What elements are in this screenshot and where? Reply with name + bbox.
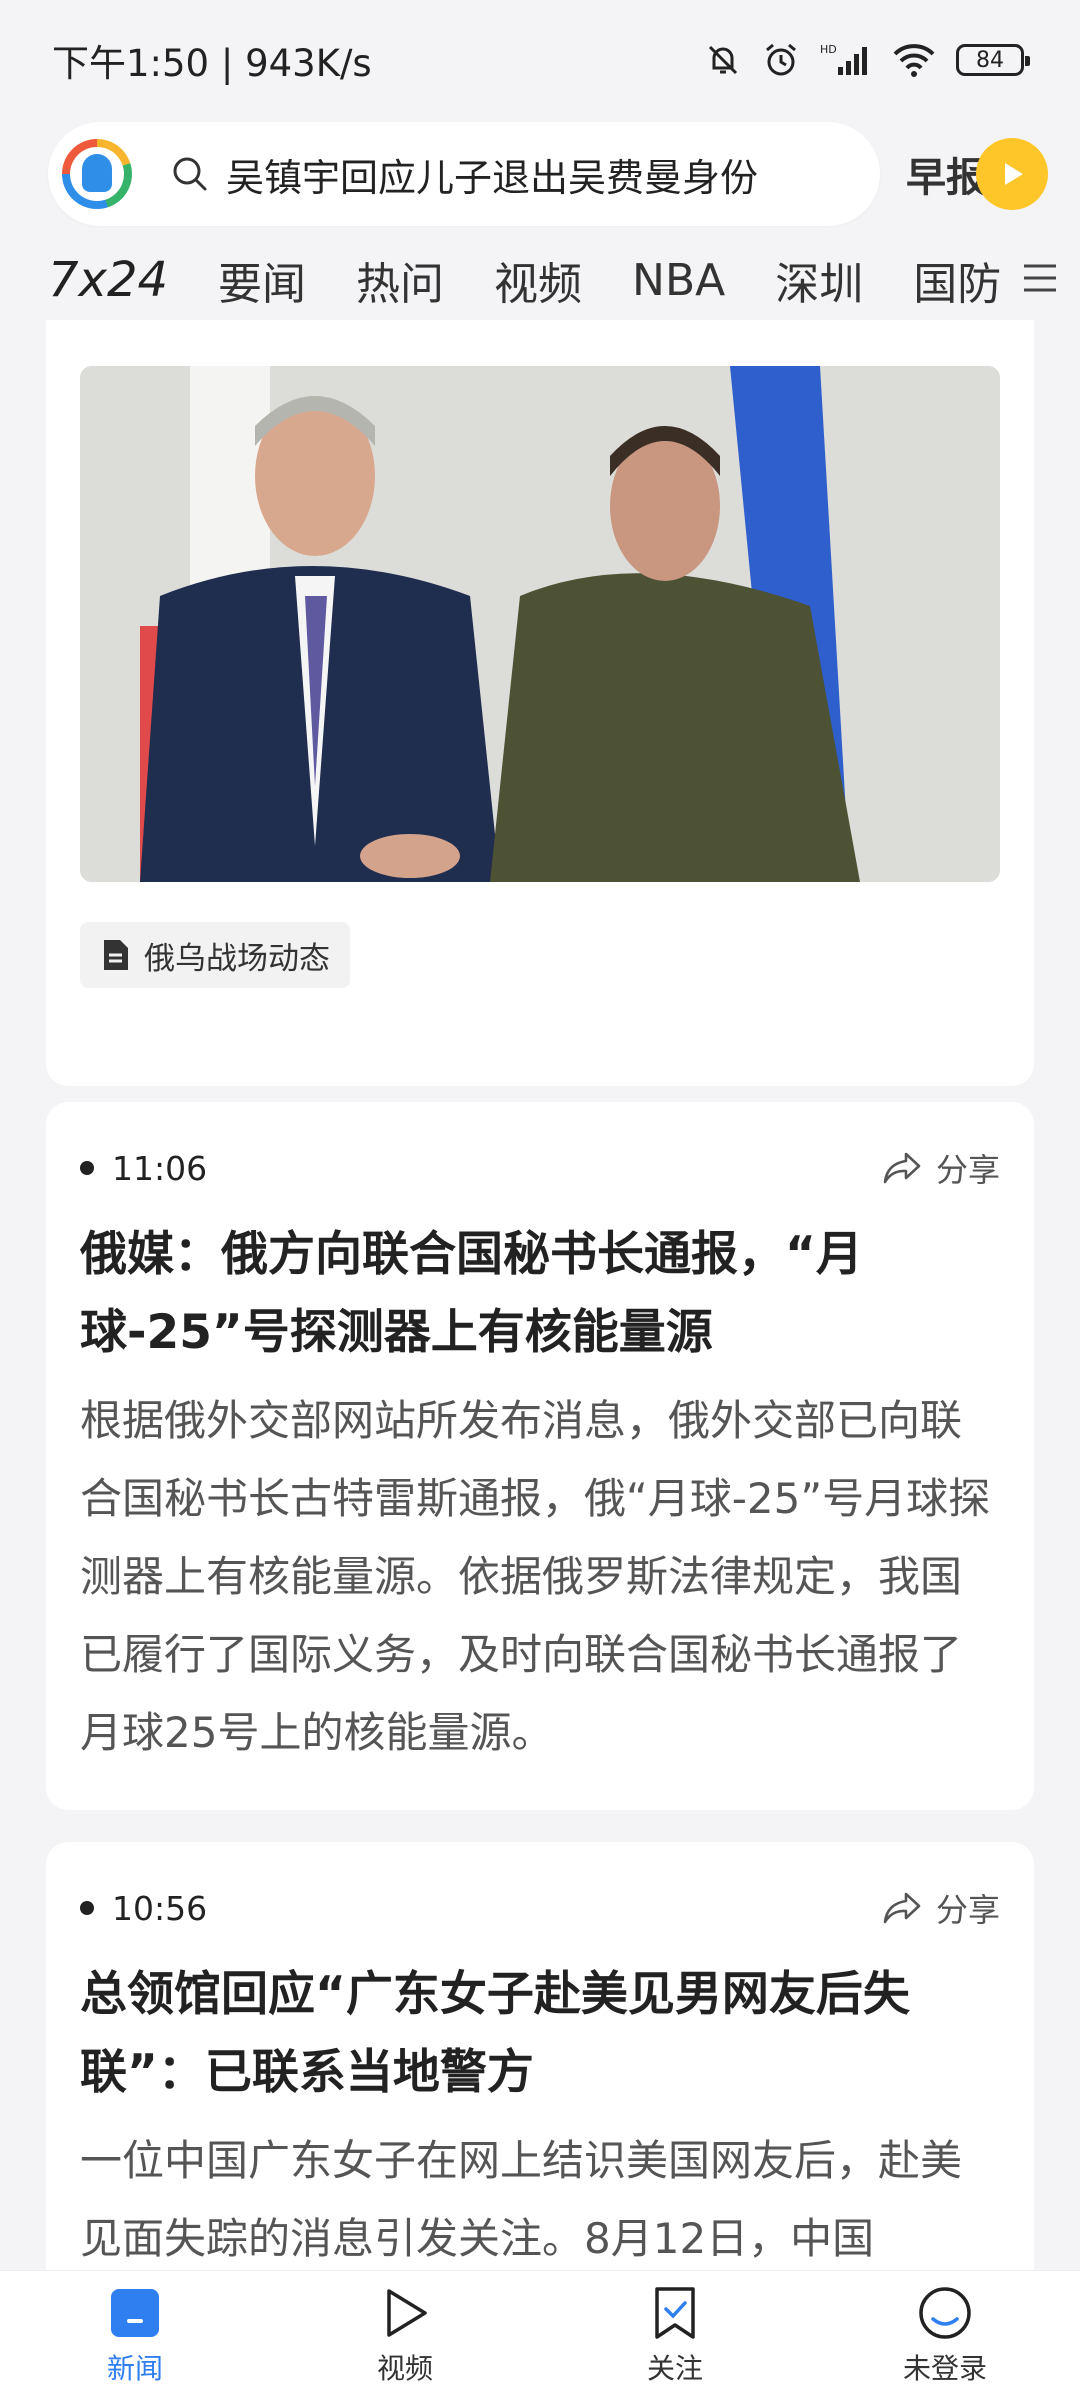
tab-video[interactable]: 视频: [494, 248, 582, 312]
share-button[interactable]: 分享: [882, 1145, 1000, 1191]
nav-profile-label: 未登录: [902, 2351, 987, 2385]
share-icon: [883, 1152, 921, 1184]
battery-level: 84: [976, 47, 1004, 73]
tab-guofang[interactable]: 国防: [913, 248, 1001, 312]
play-icon: [387, 2288, 427, 2337]
news-title-partial[interactable]: 波兰总统：将俄罗斯阻挡在乌克兰很“划算”: [80, 320, 841, 330]
nav-follow[interactable]: 关注: [575, 2285, 775, 2387]
battery-icon: 84: [956, 44, 1030, 76]
news-title[interactable]: 俄媒：俄方向联合国秘书长通报，“月球-25”号探测器上有核能量源: [80, 1216, 1000, 1372]
share-label: 分享: [935, 1151, 1000, 1189]
profile-icon: [919, 2286, 971, 2339]
news-time: 11:06: [80, 1149, 207, 1188]
nav-news[interactable]: 新闻: [35, 2285, 235, 2387]
search-bar[interactable]: 吴镇宇回应儿子退出吴费曼身份: [48, 122, 880, 226]
share-icon: [883, 1892, 921, 1924]
menu-icon[interactable]: [1022, 260, 1058, 296]
topic-tag[interactable]: 俄乌战场动态: [80, 922, 350, 988]
channel-tabs: 7x24 要闻 热问 视频 NBA 深圳 国防: [48, 240, 1058, 330]
news-meta: 11:06 分享: [80, 1146, 1000, 1190]
bookmark-check-icon: [655, 2286, 695, 2339]
top-bar: 吴镇宇回应儿子退出吴费曼身份 早报: [48, 122, 1048, 226]
app-logo-icon[interactable]: [62, 139, 132, 209]
svg-text:HD: HD: [820, 43, 837, 56]
news-time: 10:56: [80, 1889, 207, 1928]
share-label: 分享: [935, 1891, 1000, 1929]
news-icon: [111, 2288, 159, 2337]
nav-video[interactable]: 视频: [305, 2285, 505, 2387]
news-feed[interactable]: 波兰总统：将俄罗斯阻挡在乌克兰很“划算”: [0, 320, 1080, 2270]
news-meta: 10:56 分享: [80, 1886, 1000, 1930]
nav-follow-label: 关注: [646, 2351, 703, 2385]
signal-icon: HD: [820, 43, 867, 75]
zaobao-label: 早报: [906, 155, 986, 201]
nav-profile[interactable]: 未登录: [845, 2285, 1045, 2387]
status-icons: HD 84: [704, 41, 1030, 79]
topic-tag-label: 俄乌战场动态: [144, 940, 330, 977]
news-time-text: 10:56: [112, 1888, 208, 1928]
play-icon: [976, 138, 1048, 210]
alarm-icon: [766, 43, 796, 76]
bottom-nav: 新闻 视频 关注 未登录: [0, 2270, 1080, 2400]
news-title[interactable]: 总领馆回应“广东女子赴美见男网友后失联”：已联系当地警方: [80, 1956, 1000, 2112]
zaobao-button[interactable]: 早报: [906, 138, 1048, 210]
news-summary[interactable]: 一位中国广东女子在网上结识美国网友后，赴美见面失踪的消息引发关注。8月12日，中…: [80, 2122, 1000, 2270]
dot-icon: [80, 1161, 94, 1175]
tab-rewen[interactable]: 热问: [356, 248, 444, 312]
news-photo[interactable]: [80, 366, 1000, 882]
tab-7x24[interactable]: 7x24: [48, 252, 168, 330]
tab-shenzhen[interactable]: 深圳: [775, 248, 863, 312]
news-time-text: 11:06: [112, 1148, 208, 1188]
status-time: 下午1:50 | 943K/s: [52, 42, 372, 85]
nav-video-label: 视频: [376, 2351, 433, 2385]
news-summary[interactable]: 根据俄外交部网站所发布消息，俄外交部已向联合国秘书长古特雷斯通报，俄“月球-25…: [80, 1382, 1000, 1772]
dot-icon: [80, 1901, 94, 1915]
mute-bell-icon: [708, 45, 738, 75]
wifi-icon: [893, 44, 935, 77]
document-icon: [104, 940, 128, 970]
tab-yaowen[interactable]: 要闻: [218, 248, 306, 312]
search-query[interactable]: 吴镇宇回应儿子退出吴费曼身份: [226, 147, 758, 202]
news-card[interactable]: 10:56 分享 总领馆回应“广东女子赴美见男网友后失联”：已联系当地警方 一位…: [46, 1842, 1034, 2270]
news-card[interactable]: 11:06 分享 俄媒：俄方向联合国秘书长通报，“月球-25”号探测器上有核能量…: [46, 1102, 1034, 1810]
news-card-image[interactable]: 波兰总统：将俄罗斯阻挡在乌克兰很“划算”: [46, 320, 1034, 1086]
tab-nba[interactable]: NBA: [632, 255, 725, 306]
search-icon: [173, 157, 207, 191]
share-button[interactable]: 分享: [882, 1885, 1000, 1931]
status-bar: 下午1:50 | 943K/s HD 84: [0, 0, 1080, 120]
nav-news-label: 新闻: [106, 2351, 163, 2385]
